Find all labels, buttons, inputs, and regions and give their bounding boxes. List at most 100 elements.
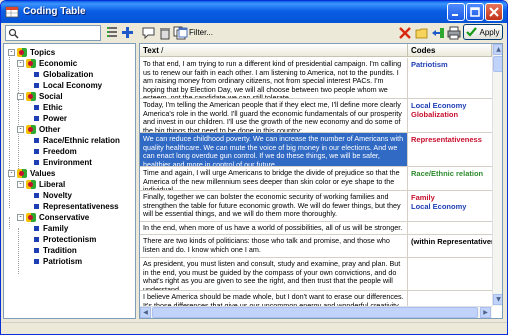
vertical-scroll-thumb[interactable] bbox=[493, 56, 502, 72]
collapse-toggle-icon[interactable]: - bbox=[17, 93, 24, 100]
title-bar[interactable]: Coding Table bbox=[1, 1, 507, 23]
print-icon[interactable] bbox=[447, 26, 461, 40]
collapse-toggle-icon[interactable]: - bbox=[17, 126, 24, 133]
code-icon bbox=[34, 248, 39, 253]
filter-icon[interactable] bbox=[178, 26, 188, 40]
tree-code-item[interactable]: Representativeness bbox=[34, 201, 119, 212]
table-row[interactable]: We can reduce childhood poverty. We can … bbox=[140, 133, 492, 167]
apply-button[interactable]: Apply bbox=[463, 24, 503, 40]
tree-folder[interactable]: - Social bbox=[17, 91, 63, 102]
code-icon bbox=[34, 226, 39, 231]
collapse-toggle-icon[interactable]: - bbox=[17, 60, 24, 67]
maximize-button[interactable] bbox=[466, 3, 484, 21]
code-tree[interactable]: - Topics - Economic Globalization Local Econo… bbox=[3, 43, 136, 319]
tree-folder[interactable]: - Topics bbox=[8, 47, 55, 58]
tree-folder[interactable]: - Conservative bbox=[17, 212, 89, 223]
open-folder-icon[interactable] bbox=[415, 26, 429, 40]
tree-code-item[interactable]: Freedom bbox=[34, 146, 77, 157]
row-text[interactable]: There are two kinds of politicians: thos… bbox=[140, 235, 408, 257]
tree-code-item[interactable]: Globalization bbox=[34, 69, 93, 80]
scroll-up-arrow[interactable]: ▲ bbox=[493, 44, 502, 55]
scroll-down-arrow[interactable]: ▼ bbox=[493, 294, 502, 305]
tree-label: Representativeness bbox=[43, 202, 119, 211]
tree-code-item[interactable]: Patriotism bbox=[34, 256, 82, 267]
minimize-button[interactable] bbox=[447, 3, 465, 21]
tree-folder[interactable]: - Other bbox=[17, 124, 60, 135]
tree-code-item[interactable]: Environment bbox=[34, 157, 92, 168]
table-row[interactable]: In the end, when more of us have a world… bbox=[140, 222, 492, 235]
table-row[interactable]: There are two kinds of politicians: thos… bbox=[140, 235, 492, 258]
collapse-toggle-icon[interactable]: - bbox=[8, 170, 15, 177]
row-text[interactable]: In the end, when more of us have a world… bbox=[140, 222, 408, 234]
code-group-icon bbox=[17, 48, 27, 57]
code-icon bbox=[34, 259, 39, 264]
tree-code-item[interactable]: Ethic bbox=[34, 102, 63, 113]
table-row[interactable]: Finally, together we can bolster the eco… bbox=[140, 191, 492, 222]
collapse-toggle-icon[interactable]: - bbox=[8, 49, 15, 56]
remove-code-icon[interactable] bbox=[398, 26, 412, 40]
row-text[interactable]: We can reduce childhood poverty. We can … bbox=[140, 133, 408, 166]
row-text[interactable]: As president, you must listen and consul… bbox=[140, 258, 408, 290]
collapse-toggle-icon[interactable]: - bbox=[17, 181, 24, 188]
tree-folder[interactable]: - Liberal bbox=[17, 179, 65, 190]
row-codes[interactable]: Patriotism bbox=[408, 58, 492, 98]
row-codes[interactable]: Representativeness bbox=[408, 133, 492, 166]
row-text[interactable]: Today, I'm telling the American people t… bbox=[140, 99, 408, 132]
coding-table-window: Coding Table - Topics - Economic Globalizati… bbox=[0, 0, 508, 335]
horizontal-scrollbar[interactable]: ◀ ▶ bbox=[140, 306, 492, 318]
tree-folder[interactable]: - Economic bbox=[17, 58, 77, 69]
code-label: (within Representativeness bbox=[411, 237, 492, 246]
tree-code-item[interactable]: Local Economy bbox=[34, 80, 102, 91]
row-text[interactable]: Time and again, I will urge Americans to… bbox=[140, 167, 408, 190]
tree-code-item[interactable]: Race/Ethnic relation bbox=[34, 135, 120, 146]
tree-label: Local Economy bbox=[43, 81, 103, 90]
row-text[interactable]: Finally, together we can bolster the eco… bbox=[140, 191, 408, 221]
column-header-text[interactable]: Text / bbox=[140, 44, 408, 56]
row-codes[interactable] bbox=[408, 258, 492, 290]
table-row[interactable]: To that end, I am trying to run a differ… bbox=[140, 58, 492, 99]
row-text[interactable]: To that end, I am trying to run a differ… bbox=[140, 58, 408, 98]
comment-icon[interactable] bbox=[142, 26, 156, 40]
vertical-scrollbar[interactable]: ▲ ▼ bbox=[492, 44, 502, 306]
code-search-box[interactable] bbox=[5, 25, 101, 41]
export-icon[interactable] bbox=[431, 26, 445, 40]
tree-code-item[interactable]: Novelty bbox=[34, 190, 72, 201]
sort-indicator: / bbox=[161, 46, 164, 55]
close-button[interactable] bbox=[485, 3, 503, 21]
row-codes[interactable] bbox=[408, 222, 492, 234]
delete-icon[interactable] bbox=[158, 26, 172, 40]
table-row[interactable]: Today, I'm telling the American people t… bbox=[140, 99, 492, 133]
tree-label: Globalization bbox=[43, 70, 94, 79]
table-row[interactable]: Time and again, I will urge Americans to… bbox=[140, 167, 492, 191]
scroll-right-arrow[interactable]: ▶ bbox=[480, 307, 491, 318]
row-codes[interactable]: Family Local Economy bbox=[408, 191, 492, 221]
tree-code-item[interactable]: Tradition bbox=[34, 245, 77, 256]
close-icon bbox=[489, 7, 499, 17]
code-icon bbox=[34, 72, 39, 77]
code-group-icon bbox=[26, 125, 36, 134]
collapse-toggle-icon[interactable]: - bbox=[17, 214, 24, 221]
tree-folder[interactable]: - Values bbox=[8, 168, 55, 179]
minimize-icon bbox=[452, 14, 458, 16]
filter-label[interactable]: Filter... bbox=[189, 28, 213, 37]
maximize-icon bbox=[470, 7, 480, 17]
code-list-icon[interactable] bbox=[106, 26, 120, 40]
tree-code-item[interactable]: Protectionism bbox=[34, 234, 96, 245]
table-row[interactable]: As president, you must listen and consul… bbox=[140, 258, 492, 291]
row-codes[interactable]: Local Economy Globalization bbox=[408, 99, 492, 132]
horizontal-scroll-thumb[interactable] bbox=[152, 307, 478, 318]
row-codes[interactable]: Race/Ethnic relation bbox=[408, 167, 492, 190]
tree-code-item[interactable]: Power bbox=[34, 113, 67, 124]
add-code-icon[interactable] bbox=[121, 26, 135, 40]
code-icon bbox=[34, 193, 39, 198]
code-icon bbox=[34, 116, 39, 121]
scroll-left-arrow[interactable]: ◀ bbox=[140, 307, 151, 318]
column-header-codes[interactable]: Codes bbox=[408, 44, 492, 56]
table-header: Text / Codes bbox=[140, 44, 502, 57]
code-label: Family bbox=[411, 193, 435, 202]
code-group-icon bbox=[26, 92, 36, 101]
row-codes[interactable]: (within Representativeness bbox=[408, 235, 492, 257]
tree-code-item[interactable]: Family bbox=[34, 223, 68, 234]
tree-label: Power bbox=[43, 114, 68, 123]
search-input[interactable] bbox=[22, 27, 98, 39]
